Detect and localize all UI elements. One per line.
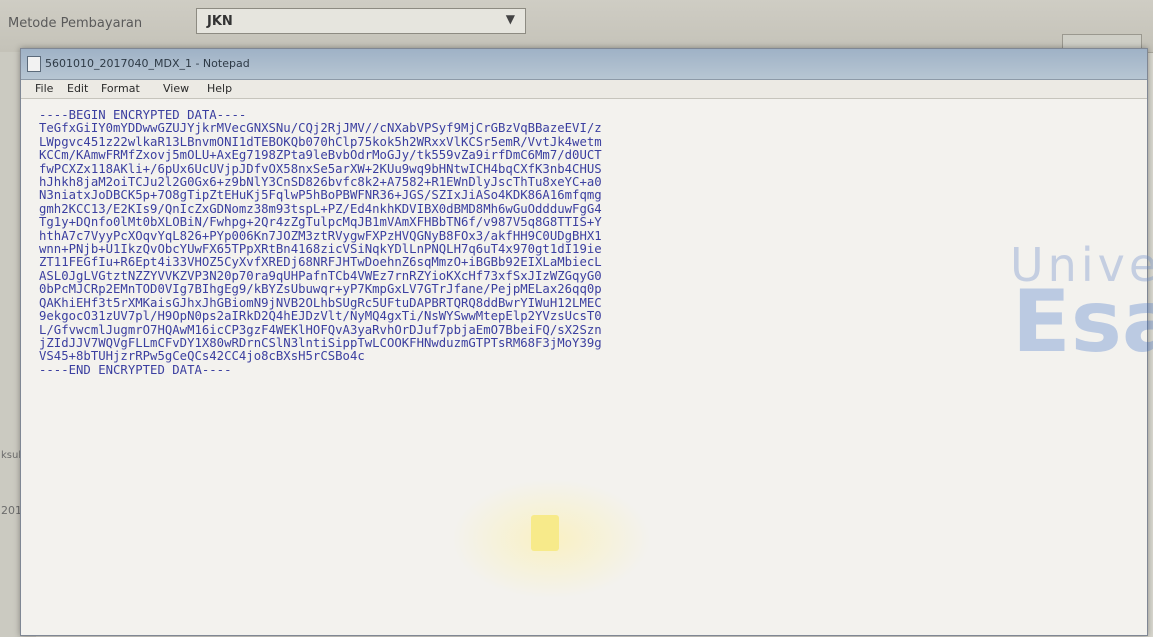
background-form-row: Metode Pembayaran JKN ▼ (0, 0, 1153, 56)
payment-method-select[interactable]: JKN ▼ (196, 8, 526, 34)
menu-view[interactable]: View (163, 82, 189, 95)
menu-bar: File Edit Format View Help (21, 80, 1147, 99)
menu-edit[interactable]: Edit (67, 82, 88, 95)
chevron-down-icon: ▼ (505, 12, 515, 26)
notepad-window: 5601010_2017040_MDX_1 - Notepad File Edi… (20, 48, 1148, 636)
text-editor-area[interactable]: ----BEGIN ENCRYPTED DATA---- TeGfxGiIY0m… (21, 99, 1147, 635)
document-content[interactable]: ----BEGIN ENCRYPTED DATA---- TeGfxGiIY0m… (39, 108, 602, 377)
payment-method-value: JKN (207, 14, 233, 29)
window-title: 5601010_2017040_MDX_1 - Notepad (45, 57, 250, 70)
menu-help[interactable]: Help (207, 82, 232, 95)
watermark-logo-text: Esa (1012, 272, 1153, 372)
notepad-icon (27, 56, 41, 72)
window-titlebar[interactable]: 5601010_2017040_MDX_1 - Notepad (21, 49, 1147, 80)
screen-glare-spot (531, 515, 559, 551)
menu-file[interactable]: File (35, 82, 53, 95)
payment-method-label: Metode Pembayaran (8, 16, 143, 31)
menu-format[interactable]: Format (101, 82, 140, 95)
